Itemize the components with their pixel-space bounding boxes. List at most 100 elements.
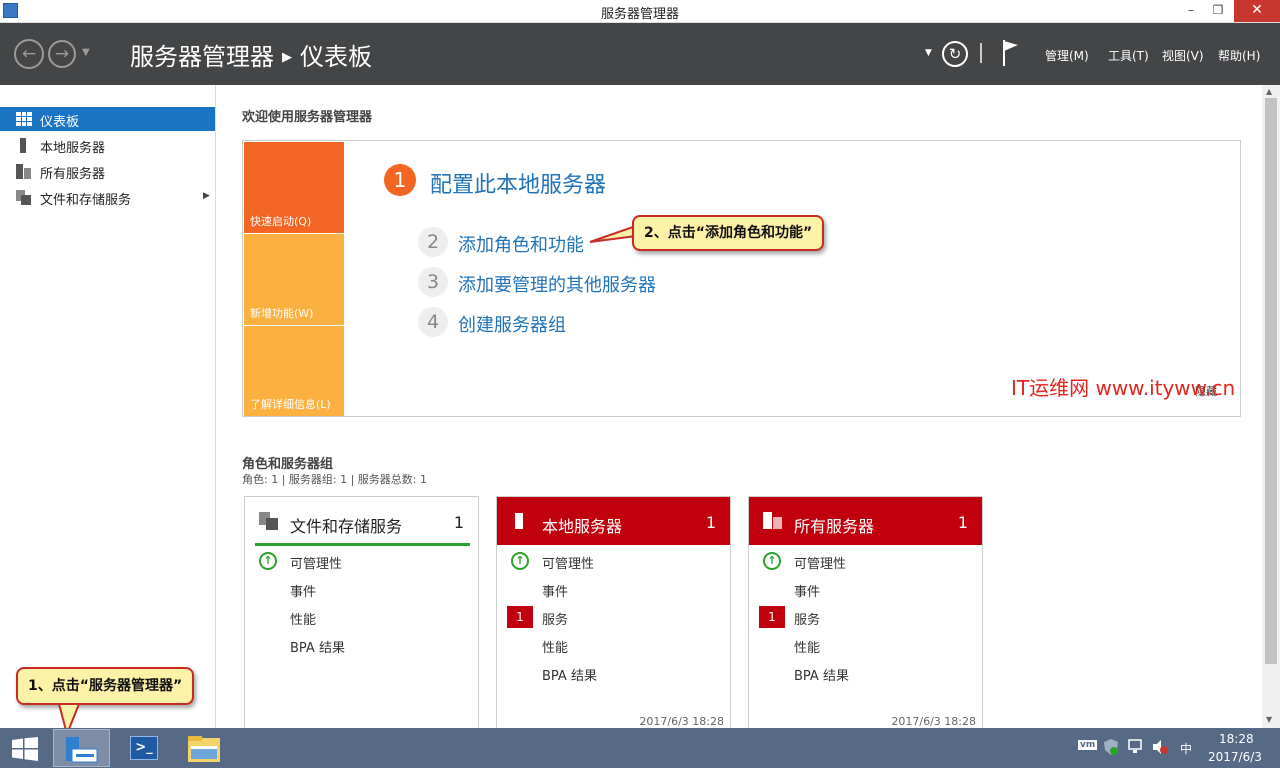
row-manageability[interactable]: 可管理性 [794, 553, 846, 572]
link-create-server-group[interactable]: 创建服务器组 [458, 311, 566, 337]
card-count: 1 [957, 513, 968, 532]
refresh-icon[interactable]: ↻ [942, 41, 968, 67]
ok-status-icon: ↑ [511, 552, 529, 570]
menu-tools[interactable]: 工具(T) [1108, 47, 1149, 64]
callout-step1: 1、点击“服务器管理器” [16, 667, 195, 705]
link-configure-local-server[interactable]: 配置此本地服务器 [430, 167, 606, 199]
row-manageability[interactable]: 可管理性 [542, 553, 594, 572]
servers-icon [763, 512, 783, 534]
row-services[interactable]: 服务 [542, 609, 568, 628]
timestamp: 2017/6/3 18:28 [639, 715, 724, 728]
breadcrumb: 服务器管理器 ▶ 仪表板 [130, 37, 372, 72]
card-header[interactable]: 所有服务器 1 [749, 497, 982, 545]
card-header[interactable]: 文件和存储服务 1 [245, 497, 478, 545]
row-manageability[interactable]: 可管理性 [290, 553, 342, 572]
watermark: IT运维网 www.ityww.cn [1011, 376, 1236, 400]
network-icon[interactable] [1128, 739, 1144, 755]
back-button[interactable]: ← [14, 39, 44, 69]
role-card-all-servers[interactable]: 所有服务器 1 ↑ 可管理性 事件 1 服务 性能 BPA 结果 2017/6/… [748, 496, 983, 736]
tile-label: 新增功能(W) [250, 307, 314, 320]
tile-quick-start[interactable]: 快速启动(Q) [244, 142, 344, 233]
history-dropdown-icon[interactable]: ▼ [82, 47, 90, 58]
minimize-button[interactable]: – [1177, 0, 1205, 22]
breadcrumb-current: 仪表板 [300, 43, 372, 71]
alert-count-badge: 1 [759, 606, 785, 628]
server-icon [515, 513, 525, 534]
status-bar [255, 543, 470, 546]
forward-button[interactable]: → [48, 40, 76, 68]
step-number: 4 [418, 307, 448, 337]
tile-whats-new[interactable]: 新增功能(W) [244, 234, 344, 325]
powershell-icon[interactable]: >_ [130, 736, 158, 760]
security-icon[interactable] [1104, 739, 1118, 755]
role-card-local-server[interactable]: 本地服务器 1 ↑ 可管理性 事件 1 服务 性能 BPA 结果 2017/6/… [496, 496, 731, 736]
menu-help[interactable]: 帮助(H) [1218, 47, 1260, 64]
window-title: 服务器管理器 [600, 7, 679, 22]
menu-manage[interactable]: 管理(M) [1045, 47, 1089, 64]
card-count: 1 [453, 513, 464, 532]
row-performance[interactable]: 性能 [542, 637, 568, 656]
close-button[interactable]: ✕ [1234, 0, 1280, 22]
sidebar-item-label: 本地服务器 [40, 141, 106, 156]
vm-icon[interactable]: vm [1078, 740, 1098, 750]
breadcrumb-separator-icon: ▶ [282, 50, 292, 65]
sidebar-item-all-servers[interactable]: 所有服务器 [0, 159, 215, 183]
sidebar-item-local-server[interactable]: 本地服务器 [0, 133, 215, 157]
restore-button[interactable]: ❐ [1204, 0, 1232, 22]
roles-title: 角色和服务器组 [242, 457, 334, 472]
file-explorer-icon[interactable] [188, 736, 220, 766]
tile-learn-more[interactable]: 了解详细信息(L) [244, 326, 344, 416]
link-add-other-servers[interactable]: 添加要管理的其他服务器 [458, 271, 656, 297]
expand-arrow-icon[interactable]: ▶ [203, 191, 210, 201]
sidebar: 仪表板 本地服务器 所有服务器 文件和存储服务 ▶ [0, 85, 216, 728]
row-performance[interactable]: 性能 [794, 637, 820, 656]
card-title: 所有服务器 [794, 517, 875, 536]
row-bpa[interactable]: BPA 结果 [542, 665, 597, 684]
sidebar-item-label: 所有服务器 [40, 167, 106, 182]
divider [980, 43, 982, 63]
menu-view[interactable]: 视图(V) [1162, 47, 1204, 64]
storage-icon [259, 512, 279, 534]
taskbar: >_ vm 中 18:28 2017/6/3 [0, 728, 1280, 768]
row-services[interactable]: 服务 [794, 609, 820, 628]
row-bpa[interactable]: BPA 结果 [290, 637, 345, 656]
card-title: 本地服务器 [542, 517, 623, 536]
volume-muted-icon[interactable] [1152, 739, 1168, 755]
scroll-up-icon[interactable]: ▲ [1266, 87, 1272, 96]
step-number: 2 [418, 227, 448, 257]
callout-pointer [589, 224, 637, 243]
app-header: ← → ▼ 服务器管理器 ▶ 仪表板 ▼ ↻ 管理(M) 工具(T) 视图(V) 帮… [0, 23, 1280, 85]
role-card-file-storage[interactable]: 文件和存储服务 1 ↑ 可管理性 事件 性能 BPA 结果 [244, 496, 479, 736]
clock-date[interactable]: 2017/6/3 [1208, 750, 1262, 764]
row-performance[interactable]: 性能 [290, 609, 316, 628]
storage-icon [16, 190, 32, 205]
roles-summary: 角色: 1 | 服务器组: 1 | 服务器总数: 1 [242, 473, 428, 486]
card-count: 1 [705, 513, 716, 532]
title-bar: 服务器管理器 – ❐ ✕ [0, 0, 1280, 23]
step-number: 1 [384, 164, 416, 196]
taskbar-server-manager-button[interactable] [53, 729, 110, 767]
row-bpa[interactable]: BPA 结果 [794, 665, 849, 684]
flag-icon[interactable] [1002, 40, 1020, 66]
row-events[interactable]: 事件 [542, 581, 568, 600]
ime-indicator[interactable]: 中 [1180, 740, 1192, 757]
row-events[interactable]: 事件 [290, 581, 316, 600]
server-manager-icon [66, 737, 98, 763]
notifications-dropdown-icon[interactable]: ▼ [925, 48, 932, 58]
breadcrumb-root[interactable]: 服务器管理器 [130, 43, 274, 71]
step-number: 3 [418, 267, 448, 297]
row-events[interactable]: 事件 [794, 581, 820, 600]
card-title: 文件和存储服务 [290, 517, 403, 536]
scroll-down-icon[interactable]: ▼ [1266, 715, 1272, 724]
ok-status-icon: ↑ [763, 552, 781, 570]
sidebar-item-file-storage[interactable]: 文件和存储服务 ▶ [0, 185, 215, 209]
card-header[interactable]: 本地服务器 1 [497, 497, 730, 545]
link-add-roles-features[interactable]: 添加角色和功能 [458, 231, 584, 257]
timestamp: 2017/6/3 18:28 [891, 715, 976, 728]
clock-time[interactable]: 18:28 [1219, 732, 1254, 746]
sidebar-item-dashboard[interactable]: 仪表板 [0, 107, 215, 131]
servers-icon [16, 164, 32, 179]
sidebar-item-label: 仪表板 [40, 115, 80, 130]
start-button-windows-icon[interactable] [12, 737, 38, 765]
scrollbar-thumb[interactable] [1265, 98, 1277, 664]
